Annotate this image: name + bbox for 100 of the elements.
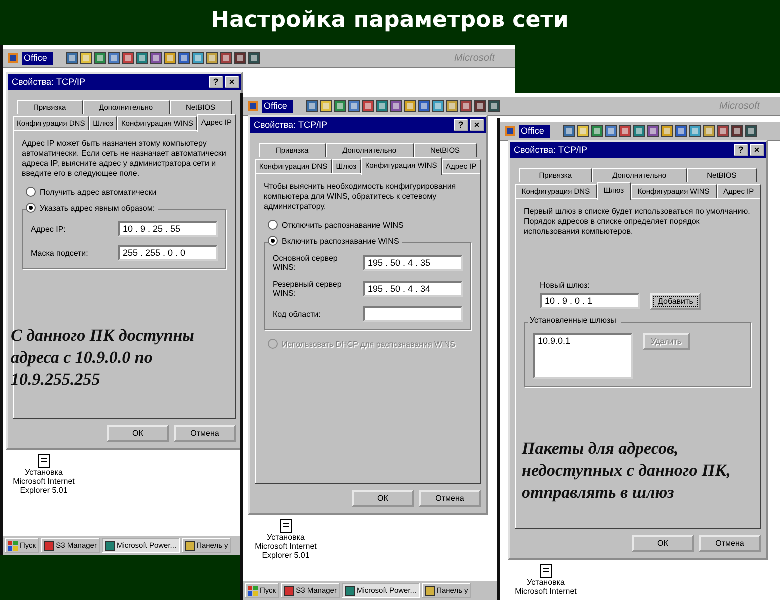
radio-button[interactable] bbox=[268, 236, 278, 246]
document-icon[interactable] bbox=[37, 454, 51, 468]
toolbar-icon[interactable] bbox=[404, 100, 416, 112]
toolbar-icon[interactable] bbox=[136, 52, 148, 64]
dialog-button[interactable]: Отмена bbox=[699, 535, 761, 552]
toolbar-icon[interactable] bbox=[703, 125, 716, 137]
toolbar-icon[interactable] bbox=[306, 100, 318, 112]
toolbar-icon[interactable] bbox=[661, 125, 674, 137]
title-bar-button[interactable]: ? bbox=[209, 76, 223, 88]
toolbar-icon[interactable] bbox=[563, 125, 576, 137]
document-icon[interactable] bbox=[279, 519, 293, 533]
toolbar-icon[interactable] bbox=[362, 100, 374, 112]
input-field[interactable]: 10 . 9 . 25 . 55 bbox=[118, 221, 218, 237]
document-icon[interactable] bbox=[539, 564, 553, 578]
slide-title: Настройка параметров сети bbox=[210, 7, 570, 34]
office-logo-icon[interactable] bbox=[504, 125, 516, 137]
toolbar-icon[interactable] bbox=[591, 125, 604, 137]
toolbar-icon[interactable] bbox=[446, 100, 458, 112]
toolbar-icon[interactable] bbox=[66, 52, 78, 64]
add-button[interactable]: Добавить bbox=[650, 293, 702, 310]
title-bar-button[interactable]: × bbox=[750, 144, 764, 156]
field-label: Маска подсети: bbox=[31, 248, 88, 258]
desktop-icon-label[interactable]: Установка Microsoft Internet Explorer 5.01 bbox=[250, 533, 322, 560]
office-label[interactable]: Office bbox=[262, 100, 294, 112]
radio-label: Использовать DHCP для распознавания WINS bbox=[282, 340, 456, 348]
toolbar-icon[interactable] bbox=[390, 100, 402, 112]
radio-button[interactable] bbox=[268, 220, 278, 230]
dialog-title: Свойства: TCP/IP bbox=[12, 77, 86, 87]
toolbar-icon[interactable] bbox=[717, 125, 730, 137]
toolbar-icon[interactable] bbox=[348, 100, 360, 112]
list-item[interactable]: 10.9.0.1 bbox=[538, 336, 628, 346]
toolbar-icon[interactable] bbox=[192, 52, 204, 64]
toolbar-icon[interactable] bbox=[745, 125, 758, 137]
toolbar-icon[interactable] bbox=[675, 125, 688, 137]
app-icon bbox=[424, 586, 435, 596]
office-label[interactable]: Office bbox=[22, 52, 54, 64]
input-field[interactable]: 10 . 9 . 0 . 1 bbox=[540, 293, 640, 309]
desktop-icon-label[interactable]: Установка Microsoft Internet Explorer 5.01 bbox=[8, 468, 80, 495]
dialog-button[interactable]: ОК bbox=[632, 535, 694, 552]
toolbar-icon[interactable] bbox=[320, 100, 332, 112]
toolbar-icon[interactable] bbox=[234, 52, 246, 64]
toolbar-icon[interactable] bbox=[220, 52, 232, 64]
office-logo-icon[interactable] bbox=[7, 52, 19, 64]
instruction-text: Первый шлюз в списке будет использоваться по умолчанию. Порядок адресов в списке определяет порядок использования компьютеров. bbox=[524, 207, 752, 237]
windows-logo-icon bbox=[248, 586, 258, 596]
list-box[interactable]: 10.9.0.1 bbox=[533, 333, 633, 379]
toolbar-icon[interactable] bbox=[150, 52, 162, 64]
dialog-title: Свойства: TCP/IP bbox=[254, 120, 328, 130]
toolbar-icon[interactable] bbox=[647, 125, 660, 137]
dialog-button[interactable]: Отмена bbox=[174, 425, 236, 442]
toolbar-icon[interactable] bbox=[164, 52, 176, 64]
toolbar-icon[interactable] bbox=[731, 125, 744, 137]
title-bar-button[interactable]: ? bbox=[734, 144, 748, 156]
dialog-button[interactable]: ОК bbox=[352, 490, 414, 507]
field-label: Основной сервер WINS: bbox=[273, 254, 339, 272]
desktop-icon-label[interactable]: Установка Microsoft Internet bbox=[510, 578, 582, 596]
toolbar-icon[interactable] bbox=[460, 100, 472, 112]
app-icon bbox=[344, 586, 355, 596]
input-field[interactable]: 195 . 50 . 4 . 35 bbox=[363, 255, 463, 271]
toolbar-icon[interactable] bbox=[432, 100, 444, 112]
toolbar-icon[interactable] bbox=[633, 125, 646, 137]
dialog-button[interactable]: ОК bbox=[107, 425, 169, 442]
toolbar-icon[interactable] bbox=[619, 125, 632, 137]
app-icon bbox=[284, 586, 294, 596]
toolbar-icon[interactable] bbox=[206, 52, 218, 64]
input-field[interactable] bbox=[363, 306, 463, 322]
radio-label: Получить адрес автоматически bbox=[40, 188, 157, 196]
title-bar-button[interactable]: ? bbox=[454, 119, 468, 131]
toolbar-icon[interactable] bbox=[248, 52, 260, 64]
office-logo-icon[interactable] bbox=[247, 100, 259, 112]
toolbar-icon[interactable] bbox=[334, 100, 346, 112]
dialog-button[interactable]: Отмена bbox=[419, 490, 481, 507]
toolbar-icon[interactable] bbox=[376, 100, 388, 112]
toolbar-icon[interactable] bbox=[577, 125, 590, 137]
title-bar-button[interactable]: × bbox=[470, 119, 484, 131]
office-label[interactable]: Office bbox=[519, 124, 550, 138]
radio-label: Включить распознавание WINS bbox=[282, 236, 400, 246]
radio-label: Указать адрес явным образом: bbox=[40, 204, 156, 212]
dialog-title: Свойства: TCP/IP bbox=[514, 145, 588, 155]
toolbar-icon[interactable] bbox=[418, 100, 430, 112]
radio-button[interactable] bbox=[26, 187, 36, 197]
radio-button[interactable] bbox=[26, 203, 36, 213]
radio-label: Отключить распознавание WINS bbox=[282, 220, 404, 230]
toolbar-icon[interactable] bbox=[605, 125, 618, 137]
title-bar-button[interactable]: × bbox=[225, 76, 239, 88]
annotation-text: С данного ПК доступны адреса с 10.9.0.0 по 10.9.255.255 bbox=[11, 325, 196, 391]
toolbar-icon[interactable] bbox=[474, 100, 486, 112]
input-field[interactable]: 255 . 255 . 0 . 0 bbox=[118, 245, 218, 261]
instruction-text: Адрес IP может быть назначен этому компьютеру автоматически. Если сеть не назначает автоматически адреса IP, выясните адрес у администратора сети и введите его в следующее поле. bbox=[22, 139, 227, 179]
toolbar-icon[interactable] bbox=[108, 52, 120, 64]
toolbar-brand-label: Microsoft bbox=[454, 52, 496, 64]
group-label: Установленные шлюзы bbox=[529, 316, 618, 325]
input-field[interactable]: 195 . 50 . 4 . 34 bbox=[363, 281, 463, 297]
toolbar-icon[interactable] bbox=[488, 100, 500, 112]
toolbar-icon[interactable] bbox=[94, 52, 106, 64]
toolbar-icon[interactable] bbox=[80, 52, 92, 64]
toolbar-icon[interactable] bbox=[178, 52, 190, 64]
toolbar-icon[interactable] bbox=[122, 52, 134, 64]
windows-logo-icon bbox=[8, 540, 18, 550]
toolbar-icon[interactable] bbox=[689, 125, 702, 137]
